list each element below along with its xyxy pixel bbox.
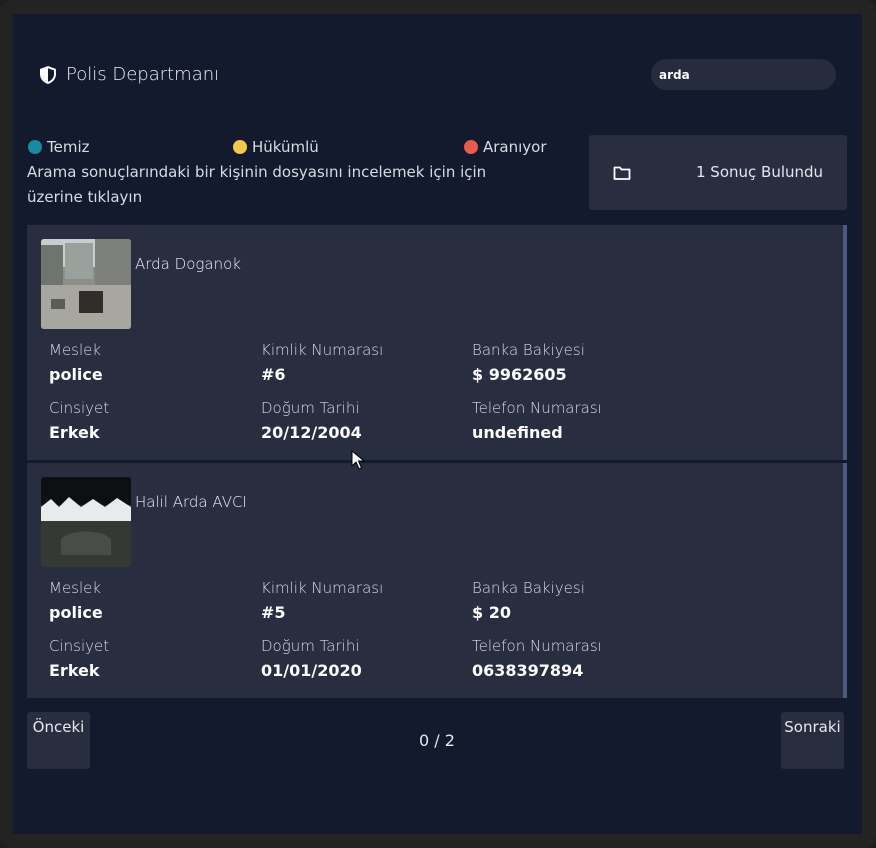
search-input[interactable] bbox=[651, 59, 836, 90]
legend-wanted-label: Aranıyor bbox=[483, 138, 547, 156]
dob-label: Doğum Tarihi bbox=[261, 637, 360, 655]
job-label: Meslek bbox=[49, 341, 102, 359]
bank-value: $ 20 bbox=[472, 603, 511, 622]
bank-label: Banka Bakiyesi bbox=[472, 579, 585, 597]
job-label: Meslek bbox=[49, 579, 102, 597]
legend-clean: Temiz bbox=[28, 138, 90, 156]
gender-value: Erkek bbox=[49, 423, 100, 442]
job-value: police bbox=[49, 603, 103, 622]
record-photo bbox=[41, 477, 131, 567]
id-value: #5 bbox=[261, 603, 286, 622]
folder-icon bbox=[613, 166, 631, 180]
gender-label: Cinsiyet bbox=[49, 637, 110, 655]
phone-label: Telefon Numarası bbox=[472, 637, 602, 655]
next-button[interactable]: Sonraki bbox=[781, 712, 844, 769]
record-name: Arda Doganok bbox=[135, 255, 241, 273]
police-panel: Polis Departmanı Temiz Hükümlü Aranıyor … bbox=[13, 14, 862, 834]
dob-label: Doğum Tarihi bbox=[261, 399, 360, 417]
legend-wanted: Aranıyor bbox=[464, 138, 547, 156]
gender-label: Cinsiyet bbox=[49, 399, 110, 417]
job-value: police bbox=[49, 365, 103, 384]
bank-label: Banka Bakiyesi bbox=[472, 341, 585, 359]
dob-value: 20/12/2004 bbox=[261, 423, 362, 442]
record-photo bbox=[41, 239, 131, 329]
previous-button[interactable]: Önceki bbox=[27, 712, 90, 769]
id-label: Kimlik Numarası bbox=[261, 579, 384, 597]
id-label: Kimlik Numarası bbox=[261, 341, 384, 359]
gender-value: Erkek bbox=[49, 661, 100, 680]
legend-convicted-dot bbox=[233, 140, 247, 154]
phone-label: Telefon Numarası bbox=[472, 399, 602, 417]
page-status: 0 / 2 bbox=[419, 731, 455, 750]
phone-value: 0638397894 bbox=[472, 661, 584, 680]
legend-clean-dot bbox=[28, 140, 42, 154]
legend-convicted-label: Hükümlü bbox=[252, 138, 319, 156]
id-value: #6 bbox=[261, 365, 286, 384]
mouse-cursor-icon bbox=[351, 450, 365, 470]
legend-convicted: Hükümlü bbox=[233, 138, 319, 156]
instruction-text: Arama sonuçlarındaki bir kişinin dosyası… bbox=[27, 163, 487, 206]
legend-clean-label: Temiz bbox=[47, 138, 90, 156]
dob-value: 01/01/2020 bbox=[261, 661, 362, 680]
record-card[interactable]: Halil Arda AVCI Meslek police Kimlik Num… bbox=[27, 463, 847, 698]
bank-value: $ 9962605 bbox=[472, 365, 567, 384]
record-name: Halil Arda AVCI bbox=[135, 493, 247, 511]
window-frame: Polis Departmanı Temiz Hükümlü Aranıyor … bbox=[0, 0, 876, 848]
legend-wanted-dot bbox=[464, 140, 478, 154]
record-card[interactable]: Arda Doganok Meslek police Kimlik Numara… bbox=[27, 225, 847, 460]
result-count-box: 1 Sonuç Bulundu bbox=[589, 135, 847, 210]
shield-icon bbox=[40, 65, 56, 84]
header: Polis Departmanı bbox=[38, 64, 219, 85]
phone-value: undefined bbox=[472, 423, 563, 442]
page-title: Polis Departmanı bbox=[66, 64, 220, 85]
result-count: 1 Sonuç Bulundu bbox=[696, 163, 824, 181]
